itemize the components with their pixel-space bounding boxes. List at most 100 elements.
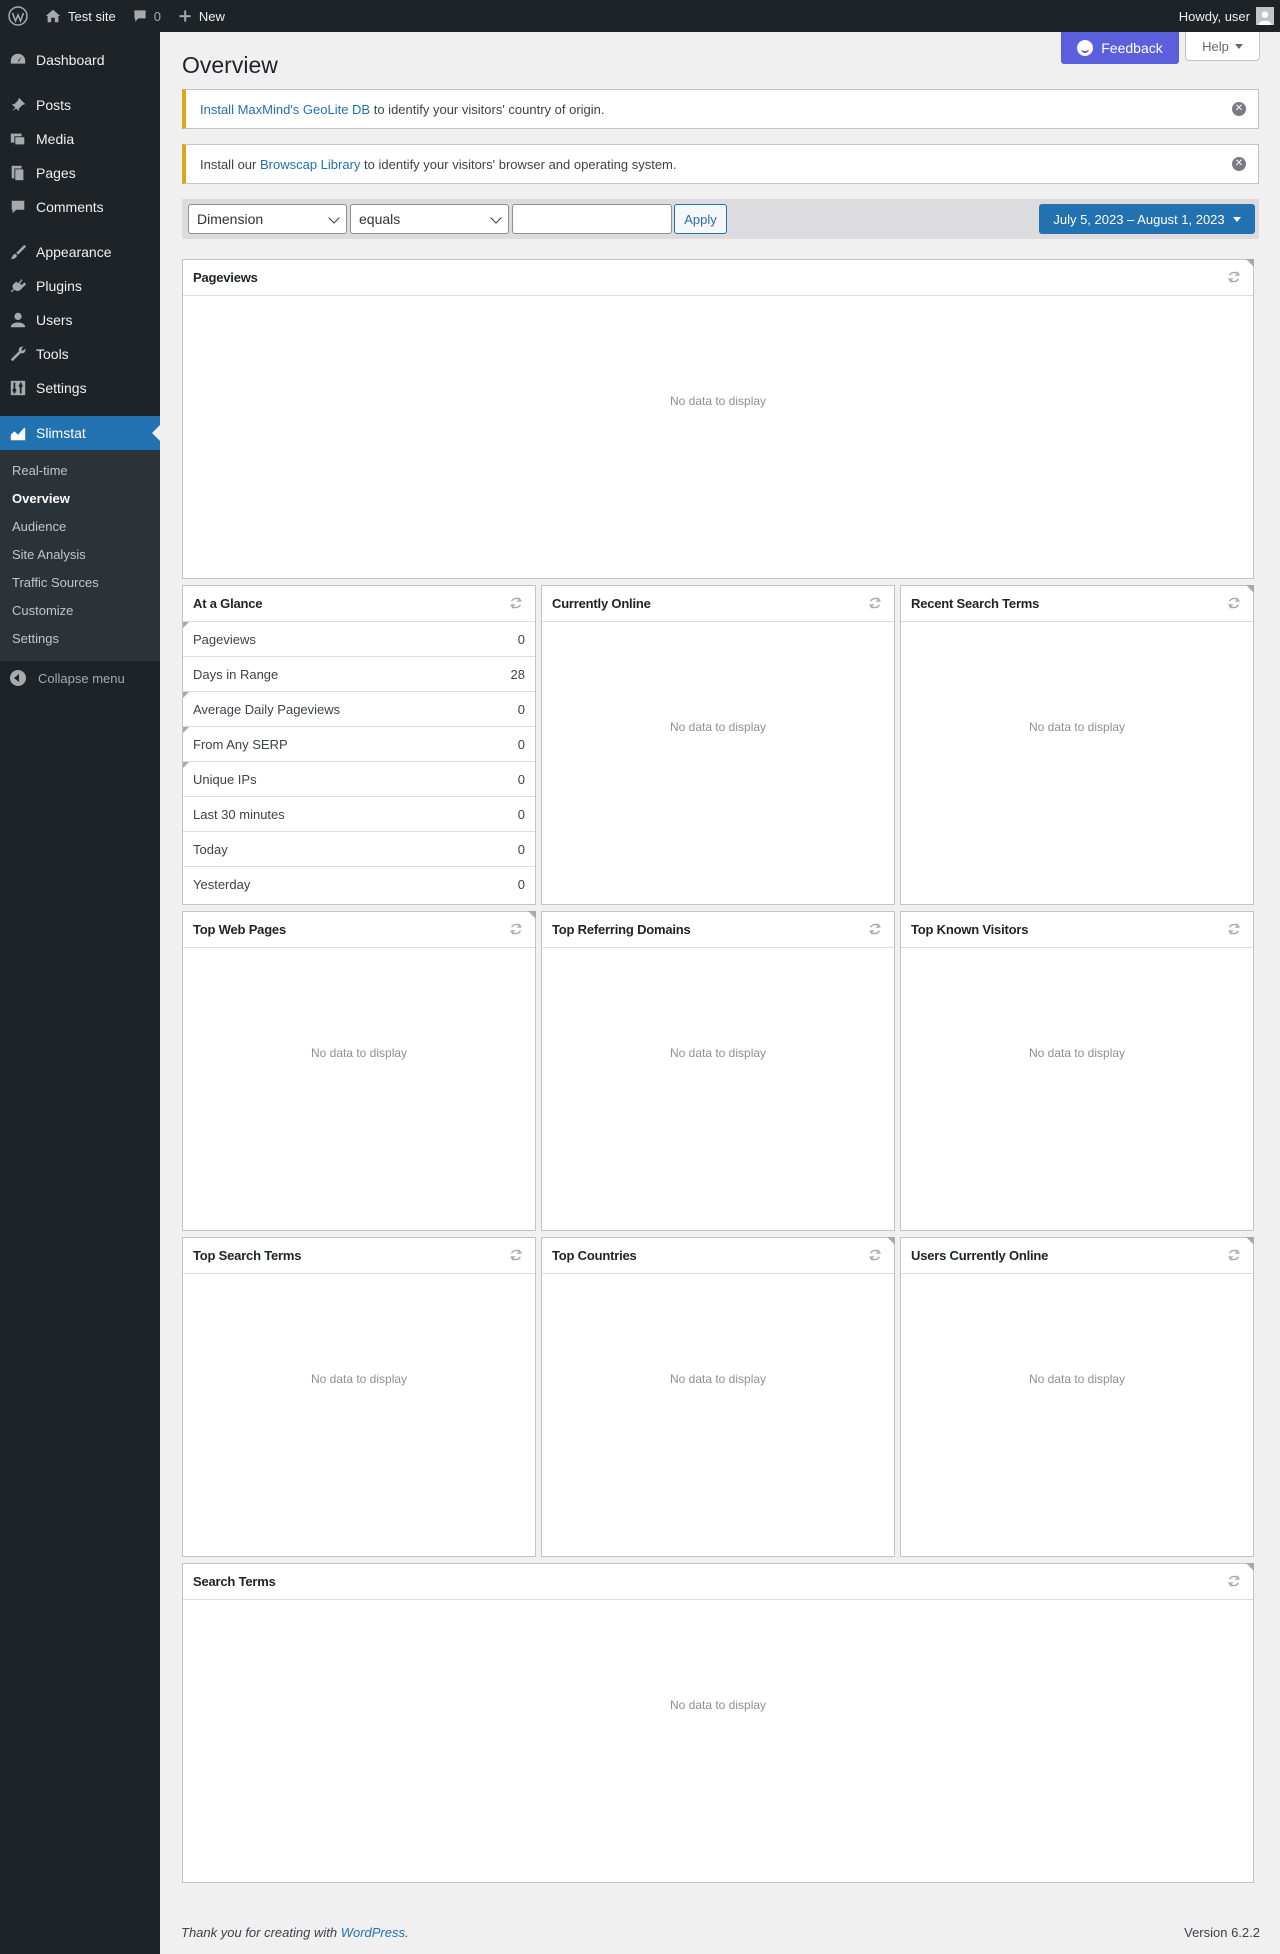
submenu-audience[interactable]: Audience	[0, 513, 160, 541]
recent-search-terms-box: Recent Search Terms No data to display	[900, 585, 1254, 905]
new-content-link[interactable]: New	[169, 0, 233, 32]
sidebar-item-plugins[interactable]: Plugins	[0, 269, 160, 303]
corner-marker	[1246, 1563, 1254, 1571]
refresh-icon[interactable]	[1227, 1574, 1241, 1588]
plug-icon	[8, 276, 28, 296]
refresh-icon[interactable]	[1227, 270, 1241, 284]
wrench-icon	[8, 344, 28, 364]
corner-marker	[1246, 585, 1254, 593]
top-known-visitors-box: Top Known Visitors No data to display	[900, 911, 1254, 1231]
site-name-link[interactable]: Test site	[36, 0, 124, 32]
collapse-menu-button[interactable]: Collapse menu	[0, 661, 160, 695]
user-avatar-icon	[1258, 11, 1272, 25]
smiley-icon	[1077, 40, 1094, 56]
refresh-icon[interactable]	[868, 1248, 882, 1262]
chart-icon	[8, 423, 28, 443]
geolite-notice: Install MaxMind's GeoLite DB to identify…	[182, 89, 1259, 129]
sidebar-item-settings[interactable]: Settings	[0, 371, 160, 405]
top-referring-domains-box: Top Referring Domains No data to display	[541, 911, 895, 1231]
filter-value-input[interactable]	[512, 204, 672, 234]
submenu-settings[interactable]: Settings	[0, 625, 160, 653]
sidebar-item-comments[interactable]: Comments	[0, 190, 160, 224]
wordpress-logo[interactable]	[0, 0, 36, 32]
sidebar-item-pages[interactable]: Pages	[0, 156, 160, 190]
comments-link[interactable]: 0	[124, 0, 169, 32]
list-item: Pageviews 0	[183, 622, 535, 657]
help-button[interactable]: Help	[1185, 32, 1260, 61]
sidebar-item-dashboard[interactable]: Dashboard	[0, 43, 160, 77]
notice-text: Install our Browscap Library to identify…	[200, 156, 677, 172]
empty-state: No data to display	[1028, 1372, 1126, 1386]
home-icon	[45, 9, 61, 23]
list-item: Average Daily Pageviews 0	[183, 692, 535, 727]
feedback-label: Feedback	[1101, 40, 1163, 56]
refresh-icon[interactable]	[509, 1248, 523, 1262]
box-title: Top Search Terms	[183, 1238, 535, 1274]
at-a-glance-box: At a Glance Pageviews 0 Days in Range 28 A…	[182, 585, 536, 905]
empty-state: No data to display	[310, 1046, 408, 1060]
my-account[interactable]: Howdy, user	[1179, 0, 1280, 32]
box-title: Top Referring Domains	[542, 912, 894, 948]
list-item: Today 0	[183, 832, 535, 867]
browscap-link[interactable]: Browscap Library	[260, 157, 360, 172]
refresh-icon[interactable]	[868, 922, 882, 936]
empty-state: No data to display	[669, 1698, 767, 1712]
refresh-icon[interactable]	[509, 922, 523, 936]
sidebar-item-appearance[interactable]: Appearance	[0, 235, 160, 269]
operator-select[interactable]: equals	[350, 204, 509, 234]
submenu-real-time[interactable]: Real-time	[0, 457, 160, 485]
site-name: Test site	[68, 8, 116, 24]
sidebar-item-media[interactable]: Media	[0, 122, 160, 156]
plus-icon	[179, 10, 191, 22]
sidebar-item-posts[interactable]: Posts	[0, 88, 160, 122]
box-title: Currently Online	[542, 586, 894, 622]
dismiss-notice-button[interactable]: ✕	[1232, 102, 1246, 116]
wordpress-link[interactable]: WordPress	[341, 1925, 405, 1940]
sidebar-item-label: Pages	[36, 165, 76, 181]
footer-version: Version 6.2.2	[1184, 1925, 1260, 1940]
comment-icon	[134, 10, 146, 22]
search-terms-box: Search Terms No data to display	[182, 1563, 1254, 1883]
box-title: Pageviews	[183, 260, 1253, 296]
filter-bar: Dimension equals Apply July 5, 2023 – Au…	[182, 199, 1259, 239]
refresh-icon[interactable]	[1227, 1248, 1241, 1262]
howdy-text: Howdy, user	[1178, 8, 1250, 24]
date-range-button[interactable]: July 5, 2023 – August 1, 2023	[1039, 204, 1255, 234]
sidebar-item-label: Posts	[36, 97, 72, 113]
submenu-site-analysis[interactable]: Site Analysis	[0, 541, 160, 569]
apply-button[interactable]: Apply	[674, 204, 727, 234]
refresh-icon[interactable]	[868, 596, 882, 610]
top-web-pages-box: Top Web Pages No data to display	[182, 911, 536, 1231]
feedback-button[interactable]: Feedback	[1061, 32, 1179, 64]
list-item: Days in Range 28	[183, 657, 535, 692]
chevron-down-icon	[328, 212, 340, 224]
refresh-icon[interactable]	[1227, 922, 1241, 936]
refresh-icon[interactable]	[509, 596, 523, 610]
browscap-notice: Install our Browscap Library to identify…	[182, 144, 1259, 184]
sidebar-item-tools[interactable]: Tools	[0, 337, 160, 371]
box-title: At a Glance	[183, 586, 535, 622]
submenu-overview[interactable]: Overview	[0, 485, 160, 513]
box-title: Top Web Pages	[183, 912, 535, 948]
sidebar-item-users[interactable]: Users	[0, 303, 160, 337]
page-title: Overview	[182, 52, 278, 78]
list-item: Last 30 minutes 0	[183, 797, 535, 832]
list-item: Yesterday 0	[193, 877, 525, 892]
geolite-link[interactable]: Install MaxMind's GeoLite DB	[200, 102, 370, 117]
corner-marker	[1246, 1237, 1254, 1245]
sidebar-item-slimstat[interactable]: Slimstat	[0, 416, 160, 450]
dismiss-notice-button[interactable]: ✕	[1232, 157, 1246, 171]
sidebar-item-label: Slimstat	[36, 425, 86, 441]
box-title: Recent Search Terms	[901, 586, 1253, 622]
box-title: Search Terms	[183, 1564, 1253, 1600]
pages-icon	[8, 163, 28, 183]
comment-icon	[8, 197, 28, 217]
admin-bar: Test site 0 New Howdy, user	[0, 0, 1280, 32]
footer-thanks: Thank you for creating with WordPress.	[181, 1925, 409, 1940]
dimension-select[interactable]: Dimension	[188, 204, 347, 234]
chevron-down-icon	[490, 212, 502, 224]
refresh-icon[interactable]	[1227, 596, 1241, 610]
submenu-traffic-sources[interactable]: Traffic Sources	[0, 569, 160, 597]
submenu-customize[interactable]: Customize	[0, 597, 160, 625]
sidebar-item-label: Users	[36, 312, 73, 328]
